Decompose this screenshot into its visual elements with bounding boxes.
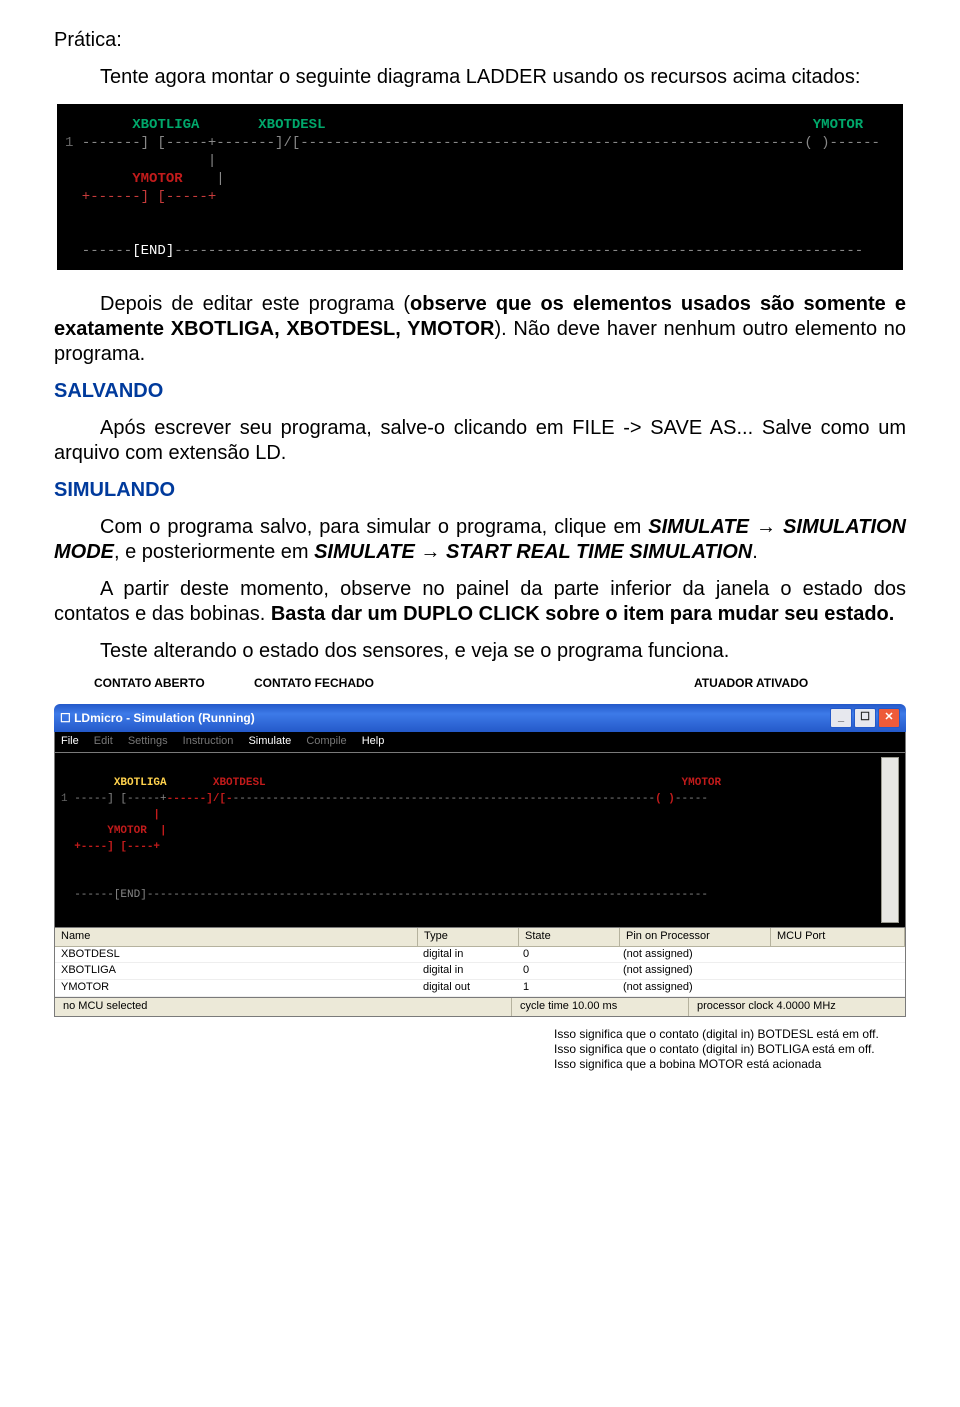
col-name[interactable]: Name — [55, 928, 418, 946]
ladder1-ymotor: YMOTOR — [813, 117, 863, 133]
heading-pratica: Prática: — [54, 28, 906, 53]
p4e: . — [752, 541, 758, 563]
cell: XBOTDESL — [55, 947, 417, 963]
label-atuador-ativado: ATUADOR ATIVADO — [694, 676, 808, 691]
footnote-2: Isso significa que o contato (digital in… — [554, 1042, 906, 1057]
status-cycle: cycle time 10.00 ms — [512, 998, 689, 1016]
col-pin[interactable]: Pin on Processor — [620, 928, 771, 946]
cell: XBOTLIGA — [55, 963, 417, 979]
label-contato-aberto: CONTATO ABERTO — [94, 676, 205, 691]
p4c: , e posteriormente em — [114, 541, 314, 563]
sim-end: [END] — [114, 889, 147, 901]
io-table-header: Name Type State Pin on Processor MCU Por… — [55, 928, 905, 947]
footnote-3: Isso significa que a bobina MOTOR está a… — [554, 1057, 906, 1072]
menu-edit[interactable]: Edit — [94, 735, 113, 747]
sim-xbotdesl: XBOTDESL — [213, 777, 266, 789]
cell: (not assigned) — [617, 947, 767, 963]
cell: YMOTOR — [55, 980, 417, 996]
paragraph-intro: Tente agora montar o seguinte diagrama L… — [54, 65, 906, 90]
cell: (not assigned) — [617, 963, 767, 979]
cell: 0 — [517, 963, 617, 979]
ladder1-end: [END] — [132, 243, 174, 259]
cell — [767, 980, 905, 996]
cell: digital in — [417, 963, 517, 979]
paragraph-salvando: Após escrever seu programa, salve-o clic… — [54, 416, 906, 466]
cell: digital out — [417, 980, 517, 996]
cell: 0 — [517, 947, 617, 963]
status-clock: processor clock 4.0000 MHz — [689, 998, 905, 1016]
menu-simulate[interactable]: Simulate — [248, 735, 291, 747]
footnotes: Isso significa que o contato (digital in… — [554, 1027, 906, 1072]
menu-compile[interactable]: Compile — [306, 735, 346, 747]
heading-simulando: SIMULANDO — [54, 478, 906, 503]
table-row[interactable]: YMOTOR digital out 1 (not assigned) — [55, 980, 905, 997]
paragraph-simulate-2: A partir deste momento, observe no paine… — [54, 577, 906, 627]
col-type[interactable]: Type — [418, 928, 519, 946]
statusbar: no MCU selected cycle time 10.00 ms proc… — [54, 998, 906, 1017]
cell: digital in — [417, 947, 517, 963]
table-row[interactable]: XBOTDESL digital in 0 (not assigned) — [55, 947, 905, 964]
col-state[interactable]: State — [519, 928, 620, 946]
p5b: Basta dar um DUPLO CLICK sobre o item pa… — [271, 603, 894, 625]
footnote-1: Isso significa que o contato (digital in… — [554, 1027, 906, 1042]
ladder1-xbotdesl: XBOTDESL — [258, 117, 325, 133]
paragraph-simulate-1: Com o programa salvo, para simular o pro… — [54, 515, 906, 565]
maximize-button[interactable]: ☐ — [854, 708, 876, 728]
status-mcu: no MCU selected — [55, 998, 512, 1016]
ladder-diagram-1: XBOTLIGA XBOTDESL YMOTOR 1 -------] [---… — [54, 104, 906, 270]
cell: (not assigned) — [617, 980, 767, 996]
label-contato-fechado: CONTATO FECHADO — [254, 676, 374, 691]
cell — [767, 963, 905, 979]
menu-file[interactable]: File — [61, 735, 79, 747]
minimize-button[interactable]: _ — [830, 708, 852, 728]
p4a: Com o programa salvo, para simular o pro… — [100, 516, 648, 538]
sim-window: ☐ LDmicro - Simulation (Running) _ ☐ ✕ F… — [54, 704, 906, 1017]
cell: 1 — [517, 980, 617, 996]
menu-help[interactable]: Help — [362, 735, 385, 747]
io-table: Name Type State Pin on Processor MCU Por… — [54, 928, 906, 998]
window-title: LDmicro - Simulation (Running) — [74, 711, 255, 725]
paragraph-simulate-3: Teste alterando o estado dos sensores, e… — [54, 639, 906, 664]
table-row[interactable]: XBOTLIGA digital in 0 (not assigned) — [55, 963, 905, 980]
col-port[interactable]: MCU Port — [771, 928, 905, 946]
cell — [767, 947, 905, 963]
ladder1-xbotliga: XBOTLIGA — [132, 117, 199, 133]
sim-ladder: XBOTLIGA XBOTDESL YMOTOR 1 -----] [-----… — [54, 753, 906, 928]
close-button[interactable]: ✕ — [878, 708, 900, 728]
menubar: File Edit Settings Instruction Simulate … — [54, 732, 906, 753]
paragraph-after-ladder: Depois de editar este programa (observe … — [54, 292, 906, 367]
sim-ymotor-branch: YMOTOR — [107, 825, 147, 837]
titlebar[interactable]: ☐ LDmicro - Simulation (Running) _ ☐ ✕ — [54, 704, 906, 732]
sim-ymotor: YMOTOR — [682, 777, 722, 789]
ladder1-ymotor-branch: YMOTOR — [132, 171, 182, 187]
p4d: SIMULATE → START REAL TIME SIMULATION — [314, 541, 752, 563]
heading-salvando: SALVANDO — [54, 379, 906, 404]
sim-xbotliga: XBOTLIGA — [114, 777, 167, 789]
sim-label-row: CONTATO ABERTO CONTATO FECHADO ATUADOR A… — [54, 676, 906, 704]
menu-instruction[interactable]: Instruction — [183, 735, 234, 747]
menu-settings[interactable]: Settings — [128, 735, 168, 747]
p2-pre: Depois de editar este programa ( — [100, 293, 410, 315]
